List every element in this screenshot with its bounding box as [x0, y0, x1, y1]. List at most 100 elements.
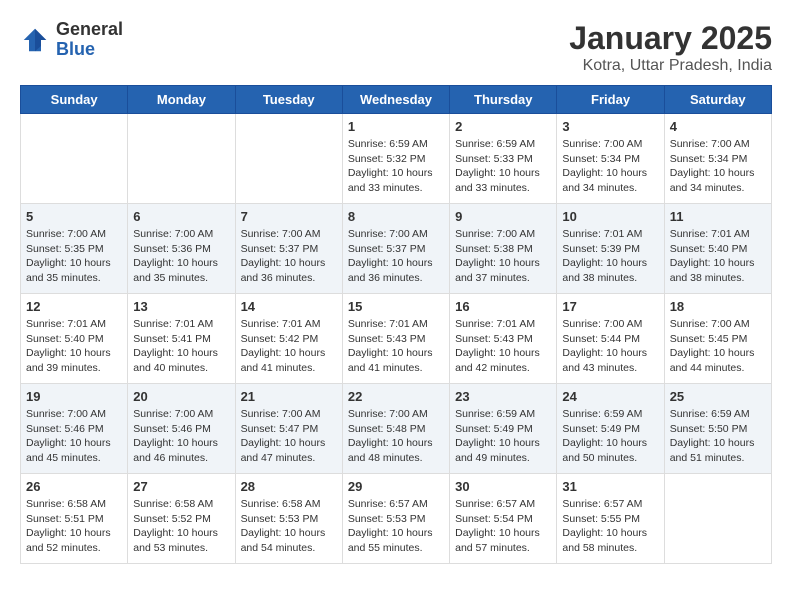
days-of-week-row: SundayMondayTuesdayWednesdayThursdayFrid…	[21, 86, 772, 114]
logo-text: General Blue	[56, 20, 123, 60]
week-row-1: 1Sunrise: 6:59 AM Sunset: 5:32 PM Daylig…	[21, 114, 772, 204]
day-number: 24	[562, 389, 658, 404]
calendar-cell: 29 Sunrise: 6:57 AM Sunset: 5:53 PM Dayli…	[342, 474, 449, 564]
day-number: 29	[348, 479, 444, 494]
day-info: Sunrise: 7:00 AM Sunset: 5:37 PM Dayligh…	[241, 227, 337, 286]
calendar-header: SundayMondayTuesdayWednesdayThursdayFrid…	[21, 86, 772, 114]
day-info: Sunrise: 6:59 AM Sunset: 5:50 PM Dayligh…	[670, 407, 766, 466]
day-info: Sunrise: 7:00 AM Sunset: 5:47 PM Dayligh…	[241, 407, 337, 466]
calendar-cell: 23Sunrise: 6:59 AM Sunset: 5:49 PM Dayli…	[450, 384, 557, 474]
calendar-cell: 17 Sunrise: 7:00 AM Sunset: 5:44 PM Dayli…	[557, 294, 664, 384]
day-info: Sunrise: 7:00 AM Sunset: 5:34 PM Dayligh…	[562, 137, 658, 196]
day-info: Sunrise: 6:57 AM Sunset: 5:53 PM Dayligh…	[348, 497, 444, 556]
calendar-cell: 26 Sunrise: 6:58 AM Sunset: 5:51 PM Dayli…	[21, 474, 128, 564]
week-row-3: 12Sunrise: 7:01 AM Sunset: 5:40 PM Dayli…	[21, 294, 772, 384]
day-info: Sunrise: 6:59 AM Sunset: 5:49 PM Dayligh…	[562, 407, 658, 466]
day-number: 17	[562, 299, 658, 314]
day-info: Sunrise: 7:01 AM Sunset: 5:39 PM Dayligh…	[562, 227, 658, 286]
day-number: 5	[26, 209, 122, 224]
day-number: 9	[455, 209, 551, 224]
calendar-cell: 10 Sunrise: 7:01 AM Sunset: 5:39 PM Dayli…	[557, 204, 664, 294]
calendar-cell: 14 Sunrise: 7:01 AM Sunset: 5:42 PM Dayli…	[235, 294, 342, 384]
calendar-title: January 2025	[569, 20, 772, 57]
day-info: Sunrise: 7:00 AM Sunset: 5:44 PM Dayligh…	[562, 317, 658, 376]
day-number: 14	[241, 299, 337, 314]
page-header: General Blue January 2025 Kotra, Uttar P…	[20, 20, 772, 75]
calendar-cell	[21, 114, 128, 204]
week-row-2: 5 Sunrise: 7:00 AM Sunset: 5:35 PM Daylig…	[21, 204, 772, 294]
calendar-cell: 3Sunrise: 7:00 AM Sunset: 5:34 PM Daylig…	[557, 114, 664, 204]
day-number: 21	[241, 389, 337, 404]
day-info: Sunrise: 6:57 AM Sunset: 5:54 PM Dayligh…	[455, 497, 551, 556]
logo-blue-text: Blue	[56, 40, 123, 60]
day-number: 13	[133, 299, 229, 314]
calendar-cell: 28Sunrise: 6:58 AM Sunset: 5:53 PM Dayli…	[235, 474, 342, 564]
day-number: 30	[455, 479, 551, 494]
week-row-4: 19Sunrise: 7:00 AM Sunset: 5:46 PM Dayli…	[21, 384, 772, 474]
day-header-sunday: Sunday	[21, 86, 128, 114]
week-row-5: 26 Sunrise: 6:58 AM Sunset: 5:51 PM Dayli…	[21, 474, 772, 564]
day-info: Sunrise: 7:00 AM Sunset: 5:37 PM Dayligh…	[348, 227, 444, 286]
day-info: Sunrise: 7:01 AM Sunset: 5:40 PM Dayligh…	[670, 227, 766, 286]
day-info: Sunrise: 7:00 AM Sunset: 5:48 PM Dayligh…	[348, 407, 444, 466]
calendar-cell: 12Sunrise: 7:01 AM Sunset: 5:40 PM Dayli…	[21, 294, 128, 384]
day-number: 22	[348, 389, 444, 404]
day-number: 18	[670, 299, 766, 314]
day-number: 8	[348, 209, 444, 224]
day-header-monday: Monday	[128, 86, 235, 114]
day-info: Sunrise: 7:00 AM Sunset: 5:38 PM Dayligh…	[455, 227, 551, 286]
calendar-cell: 25Sunrise: 6:59 AM Sunset: 5:50 PM Dayli…	[664, 384, 771, 474]
day-info: Sunrise: 7:00 AM Sunset: 5:35 PM Dayligh…	[26, 227, 122, 286]
day-number: 6	[133, 209, 229, 224]
day-header-wednesday: Wednesday	[342, 86, 449, 114]
calendar-subtitle: Kotra, Uttar Pradesh, India	[569, 57, 772, 75]
logo: General Blue	[20, 20, 123, 60]
calendar-cell: 16 Sunrise: 7:01 AM Sunset: 5:43 PM Dayli…	[450, 294, 557, 384]
day-info: Sunrise: 6:58 AM Sunset: 5:51 PM Dayligh…	[26, 497, 122, 556]
day-number: 11	[670, 209, 766, 224]
day-number: 23	[455, 389, 551, 404]
day-number: 16	[455, 299, 551, 314]
day-info: Sunrise: 6:59 AM Sunset: 5:32 PM Dayligh…	[348, 137, 444, 196]
day-number: 7	[241, 209, 337, 224]
calendar-cell: 15 Sunrise: 7:01 AM Sunset: 5:43 PM Dayli…	[342, 294, 449, 384]
calendar-cell: 2 Sunrise: 6:59 AM Sunset: 5:33 PM Daylig…	[450, 114, 557, 204]
day-info: Sunrise: 7:01 AM Sunset: 5:43 PM Dayligh…	[348, 317, 444, 376]
day-header-friday: Friday	[557, 86, 664, 114]
day-info: Sunrise: 7:01 AM Sunset: 5:40 PM Dayligh…	[26, 317, 122, 376]
day-header-tuesday: Tuesday	[235, 86, 342, 114]
day-info: Sunrise: 7:01 AM Sunset: 5:43 PM Dayligh…	[455, 317, 551, 376]
calendar-cell: 8 Sunrise: 7:00 AM Sunset: 5:37 PM Daylig…	[342, 204, 449, 294]
logo-icon	[20, 25, 50, 55]
calendar-cell: 7 Sunrise: 7:00 AM Sunset: 5:37 PM Daylig…	[235, 204, 342, 294]
calendar-cell	[664, 474, 771, 564]
calendar-cell: 6 Sunrise: 7:00 AM Sunset: 5:36 PM Daylig…	[128, 204, 235, 294]
logo-general-text: General	[56, 20, 123, 40]
calendar-cell	[235, 114, 342, 204]
day-number: 4	[670, 119, 766, 134]
calendar-cell: 22 Sunrise: 7:00 AM Sunset: 5:48 PM Dayli…	[342, 384, 449, 474]
day-number: 19	[26, 389, 122, 404]
calendar-cell: 9 Sunrise: 7:00 AM Sunset: 5:38 PM Daylig…	[450, 204, 557, 294]
day-number: 26	[26, 479, 122, 494]
calendar-cell: 20Sunrise: 7:00 AM Sunset: 5:46 PM Dayli…	[128, 384, 235, 474]
calendar-body: 1Sunrise: 6:59 AM Sunset: 5:32 PM Daylig…	[21, 114, 772, 564]
calendar-cell: 31Sunrise: 6:57 AM Sunset: 5:55 PM Dayli…	[557, 474, 664, 564]
day-info: Sunrise: 7:01 AM Sunset: 5:42 PM Dayligh…	[241, 317, 337, 376]
title-block: January 2025 Kotra, Uttar Pradesh, India	[569, 20, 772, 75]
day-number: 15	[348, 299, 444, 314]
calendar-cell: 24 Sunrise: 6:59 AM Sunset: 5:49 PM Dayli…	[557, 384, 664, 474]
day-number: 20	[133, 389, 229, 404]
calendar-cell: 1Sunrise: 6:59 AM Sunset: 5:32 PM Daylig…	[342, 114, 449, 204]
day-info: Sunrise: 7:00 AM Sunset: 5:45 PM Dayligh…	[670, 317, 766, 376]
day-number: 31	[562, 479, 658, 494]
day-header-saturday: Saturday	[664, 86, 771, 114]
day-number: 28	[241, 479, 337, 494]
day-number: 10	[562, 209, 658, 224]
day-info: Sunrise: 6:59 AM Sunset: 5:33 PM Dayligh…	[455, 137, 551, 196]
day-info: Sunrise: 7:00 AM Sunset: 5:36 PM Dayligh…	[133, 227, 229, 286]
calendar-cell: 11 Sunrise: 7:01 AM Sunset: 5:40 PM Dayli…	[664, 204, 771, 294]
calendar-cell: 18 Sunrise: 7:00 AM Sunset: 5:45 PM Dayli…	[664, 294, 771, 384]
calendar-cell: 21 Sunrise: 7:00 AM Sunset: 5:47 PM Dayli…	[235, 384, 342, 474]
day-number: 2	[455, 119, 551, 134]
